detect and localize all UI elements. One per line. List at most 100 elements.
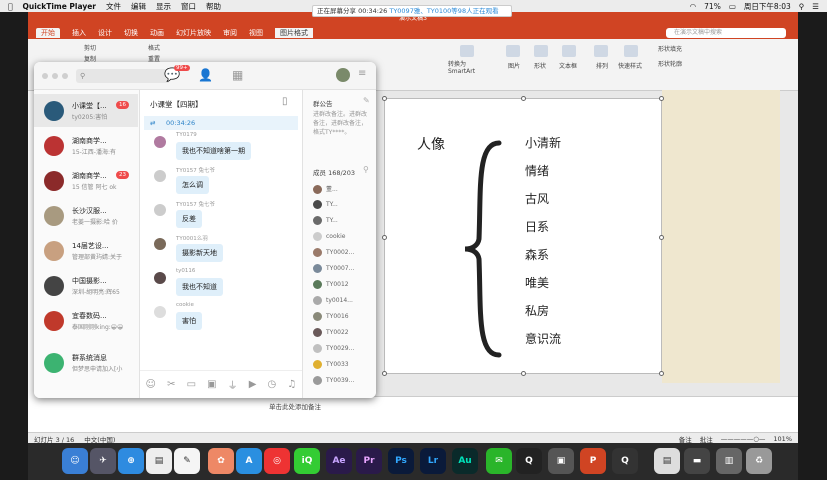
picture-icon[interactable] xyxy=(506,45,520,57)
bell-icon[interactable]: ♫ xyxy=(287,379,296,390)
conversation-item[interactable]: 湖南商学... 15 信管 阿七 ok 23 xyxy=(34,164,138,197)
history-icon[interactable]: ◷ xyxy=(268,379,277,390)
message-bubble[interactable]: 怎么调 xyxy=(176,176,209,194)
avatar[interactable] xyxy=(154,272,166,284)
conversation-item[interactable]: 宜春数码... 泰国刚刚king:😀😀 xyxy=(34,304,138,337)
member-item[interactable]: TY0029... xyxy=(313,344,354,353)
ppt-search-input[interactable]: 在演示文稿中搜索 xyxy=(666,28,786,38)
contacts-icon[interactable]: 👤 xyxy=(198,68,213,82)
app-store-icon[interactable]: A xyxy=(236,448,262,474)
shape-button[interactable]: 形状 xyxy=(534,61,546,70)
search-icon[interactable]: ⚲ xyxy=(363,165,369,174)
avatar[interactable] xyxy=(154,306,166,318)
resize-handle[interactable] xyxy=(521,371,526,376)
window-minimize-button[interactable] xyxy=(52,73,58,79)
message-bubble[interactable]: 我也不知道 xyxy=(176,278,223,296)
member-item[interactable]: TY0022 xyxy=(313,328,349,337)
message-bubble[interactable]: 反差 xyxy=(176,210,202,228)
member-item[interactable]: ty0014... xyxy=(313,296,353,305)
apps-grid-icon[interactable]: ▦ xyxy=(232,68,243,82)
finder-icon[interactable]: ☺ xyxy=(62,448,88,474)
resize-handle[interactable] xyxy=(521,96,526,101)
shape-outline-button[interactable]: 形状轮廓 xyxy=(658,59,682,68)
shape-fill-button[interactable]: 形状填充 xyxy=(658,44,682,53)
wechat-icon[interactable]: ✉ xyxy=(486,448,512,474)
picture-button[interactable]: 图片 xyxy=(508,61,520,70)
conversation-item[interactable]: 湖南商学... 15-江西-潘海:有 xyxy=(34,129,138,162)
microphone-icon[interactable]: ⏚ xyxy=(228,377,238,392)
battery-icon[interactable]: ▭ xyxy=(729,2,736,11)
member-item[interactable]: TY0039... xyxy=(313,376,354,385)
zoom-slider[interactable]: —————○— xyxy=(721,435,766,443)
video-editor-icon[interactable]: ▬ xyxy=(684,448,710,474)
member-item[interactable]: cookie xyxy=(313,232,345,241)
battery-percent[interactable]: 71% xyxy=(704,2,721,11)
slide-item[interactable]: 唯美 xyxy=(525,274,549,291)
lightroom-icon[interactable]: Lr xyxy=(420,448,446,474)
screen-share-banner[interactable]: 正在屏幕分享 00:34:26 TY0097雅、TY0100等98人正在观看 xyxy=(312,5,512,17)
resize-handle[interactable] xyxy=(382,235,387,240)
menu-edit[interactable]: 编辑 xyxy=(131,1,146,12)
notes-pane[interactable]: 单击此处添加备注 xyxy=(263,396,798,432)
audition-icon[interactable]: Au xyxy=(452,448,478,474)
slide-title[interactable]: 人像 xyxy=(417,134,445,154)
notes-toggle[interactable]: 备注 xyxy=(679,434,692,444)
menu-window[interactable]: 窗口 xyxy=(181,1,196,12)
netease-music-icon[interactable]: ◎ xyxy=(264,448,290,474)
tab-animations[interactable]: 动画 xyxy=(150,28,164,38)
image-icon[interactable]: ▣ xyxy=(207,379,216,390)
tab-design[interactable]: 设计 xyxy=(98,28,112,38)
member-item[interactable]: TY0002... xyxy=(313,248,354,257)
tab-review[interactable]: 审阅 xyxy=(223,28,237,38)
cut-button[interactable]: 剪切 xyxy=(84,43,96,52)
message-bubble[interactable]: 害怕 xyxy=(176,312,202,330)
avatar[interactable] xyxy=(154,136,166,148)
notification-icon[interactable]: ☰ xyxy=(812,2,819,11)
tab-picture-format[interactable]: 图片格式 xyxy=(275,27,313,38)
textbox-button[interactable]: 文本框 xyxy=(559,61,577,70)
wifi-icon[interactable]: ◠ xyxy=(690,2,697,11)
window-close-button[interactable] xyxy=(42,73,48,79)
launchpad-icon[interactable]: ✈ xyxy=(90,448,116,474)
screen-capture-icon[interactable]: ▣ xyxy=(548,448,574,474)
window-zoom-button[interactable] xyxy=(62,73,68,79)
document-icon[interactable]: ▤ xyxy=(654,448,680,474)
zoom-level[interactable]: 101% xyxy=(773,435,792,443)
shape-icon[interactable] xyxy=(534,45,548,57)
arrange-icon[interactable] xyxy=(594,45,608,57)
photoshop-icon[interactable]: Ps xyxy=(388,448,414,474)
arrange-button[interactable]: 排列 xyxy=(596,61,608,70)
slide-item[interactable]: 古风 xyxy=(525,190,549,207)
member-item[interactable]: TY... xyxy=(313,216,338,225)
menubar-clock[interactable]: 周日下午8:03 xyxy=(744,1,791,12)
brace-shape[interactable] xyxy=(463,139,503,359)
smartart-button[interactable]: 转换为SmartArt xyxy=(448,61,486,75)
conversation-item[interactable]: 群系统消息 但梦思申请加入[小 xyxy=(34,346,138,379)
slide-item[interactable]: 日系 xyxy=(525,218,549,235)
menu-file[interactable]: 文件 xyxy=(106,1,121,12)
resize-handle[interactable] xyxy=(382,371,387,376)
quick-style-icon[interactable] xyxy=(624,45,638,57)
avatar[interactable] xyxy=(154,238,166,250)
member-item[interactable]: TY... xyxy=(313,200,338,209)
menu-help[interactable]: 帮助 xyxy=(206,1,221,12)
current-slide[interactable]: 人像 小清新 情绪 古风 日系 森系 唯美 私房 意识流 xyxy=(382,96,664,376)
resize-handle[interactable] xyxy=(659,235,664,240)
quicktime-icon[interactable]: Q xyxy=(612,448,638,474)
member-item[interactable]: TY0007... xyxy=(313,264,354,273)
edit-icon[interactable]: ✎ xyxy=(363,96,370,105)
tab-slideshow[interactable]: 幻灯片放映 xyxy=(176,28,211,38)
resize-handle[interactable] xyxy=(659,96,664,101)
conversation-item[interactable]: 小课堂【... ty0205:害怕 16 xyxy=(34,94,138,127)
slide-item[interactable]: 私房 xyxy=(525,302,549,319)
comments-toggle[interactable]: 批注 xyxy=(700,434,713,444)
conversation-item[interactable]: 中国摄影... 深圳-胡明亮:辉65 xyxy=(34,269,138,302)
emoji-icon[interactable]: ☺ xyxy=(146,379,156,390)
app-menu[interactable]: QuickTime Player xyxy=(23,2,97,11)
tab-view[interactable]: 视图 xyxy=(249,28,263,38)
scissors-icon[interactable]: ✂ xyxy=(167,379,175,390)
downloads-icon[interactable]: ▥ xyxy=(716,448,742,474)
avatar[interactable] xyxy=(336,68,350,82)
resize-handle[interactable] xyxy=(659,371,664,376)
format-button[interactable]: 格式 xyxy=(148,43,160,52)
